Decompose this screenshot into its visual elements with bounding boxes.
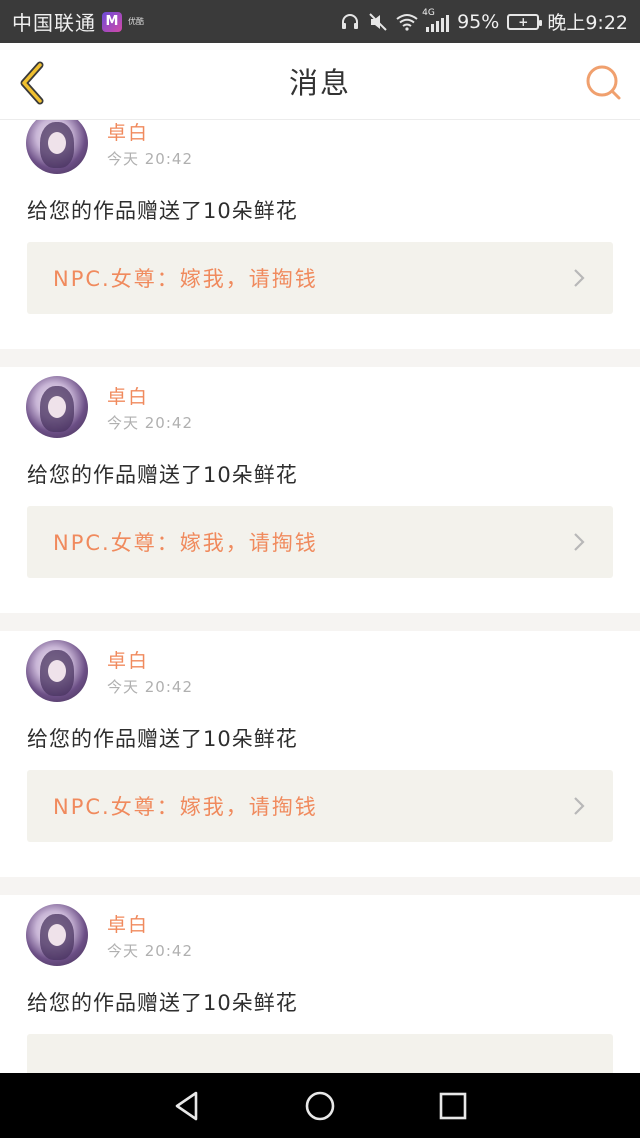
mute-icon	[369, 12, 387, 31]
nav-home-button[interactable]	[300, 1086, 340, 1126]
headphones-icon	[342, 13, 359, 29]
network-type: 4G	[422, 7, 435, 18]
chevron-right-icon	[574, 533, 585, 551]
chevron-right-icon	[574, 797, 585, 815]
app-header: 消息	[0, 43, 640, 120]
status-bar: 中国联通 M 优酷 4G 95% + 晚上9:22	[0, 0, 640, 43]
message-card: 卓白 今天 20:42 给您的作品赠送了10朵鲜花 NPC.女尊：嫁我，请掏钱	[0, 120, 640, 349]
nav-recents-button[interactable]	[433, 1086, 473, 1126]
app-badge-icon: M	[102, 11, 122, 32]
message-card: 卓白 今天 20:42 给您的作品赠送了10朵鲜花 NPC.女尊：嫁我，请掏钱	[0, 631, 640, 877]
nav-back-button[interactable]	[167, 1086, 207, 1126]
user-name[interactable]: 卓白	[107, 382, 149, 409]
timestamp: 今天 20:42	[107, 942, 193, 960]
quoted-work-link[interactable]: NPC.女尊：嫁我，请掏钱	[27, 770, 613, 842]
carrier-name: 中国联通	[12, 11, 96, 35]
page-title: 消息	[288, 66, 351, 100]
battery-icon: +	[507, 13, 543, 30]
message-text: 给您的作品赠送了10朵鲜花	[27, 991, 298, 1015]
app-label: 优酷	[128, 17, 144, 26]
message-card: 卓白 今天 20:42 给您的作品赠送了10朵鲜花	[0, 895, 640, 1073]
user-name[interactable]: 卓白	[107, 646, 149, 673]
user-name[interactable]: 卓白	[107, 910, 149, 937]
avatar[interactable]	[26, 120, 88, 174]
message-text: 给您的作品赠送了10朵鲜花	[27, 199, 298, 223]
message-list[interactable]: 卓白 今天 20:42 给您的作品赠送了10朵鲜花 NPC.女尊：嫁我，请掏钱 …	[0, 120, 640, 1073]
quoted-work-link[interactable]: NPC.女尊：嫁我，请掏钱	[27, 506, 613, 578]
system-nav-bar	[0, 1073, 640, 1138]
quoted-work-title: NPC.女尊：嫁我，请掏钱	[53, 267, 318, 291]
triangle-back-icon	[175, 1091, 197, 1120]
user-name[interactable]: 卓白	[107, 120, 149, 145]
quoted-work-title: NPC.女尊：嫁我，请掏钱	[53, 531, 318, 555]
timestamp: 今天 20:42	[107, 414, 193, 432]
wifi-icon	[396, 13, 418, 31]
quoted-work-title: NPC.女尊：嫁我，请掏钱	[53, 795, 318, 819]
clock: 晚上9:22	[547, 12, 628, 34]
status-left: 中国联通 M 优酷	[12, 7, 144, 36]
chevron-left-icon[interactable]	[14, 59, 54, 107]
search-icon[interactable]	[584, 63, 624, 103]
circle-home-icon	[305, 1091, 335, 1120]
avatar[interactable]	[26, 640, 88, 702]
square-recents-icon	[440, 1092, 467, 1119]
avatar[interactable]	[26, 376, 88, 438]
avatar[interactable]	[26, 904, 88, 966]
message-text: 给您的作品赠送了10朵鲜花	[27, 727, 298, 751]
message-card: 卓白 今天 20:42 给您的作品赠送了10朵鲜花 NPC.女尊：嫁我，请掏钱	[0, 367, 640, 613]
signal-icon: 4G	[422, 8, 450, 32]
status-right: 4G 95% + 晚上9:22	[340, 8, 628, 35]
battery-percent: 95%	[457, 10, 500, 33]
timestamp: 今天 20:42	[107, 150, 193, 168]
chevron-right-icon	[574, 269, 585, 287]
quoted-work-link[interactable]: NPC.女尊：嫁我，请掏钱	[27, 242, 613, 314]
message-text: 给您的作品赠送了10朵鲜花	[27, 463, 298, 487]
quoted-work-link[interactable]	[27, 1034, 613, 1073]
timestamp: 今天 20:42	[107, 678, 193, 696]
